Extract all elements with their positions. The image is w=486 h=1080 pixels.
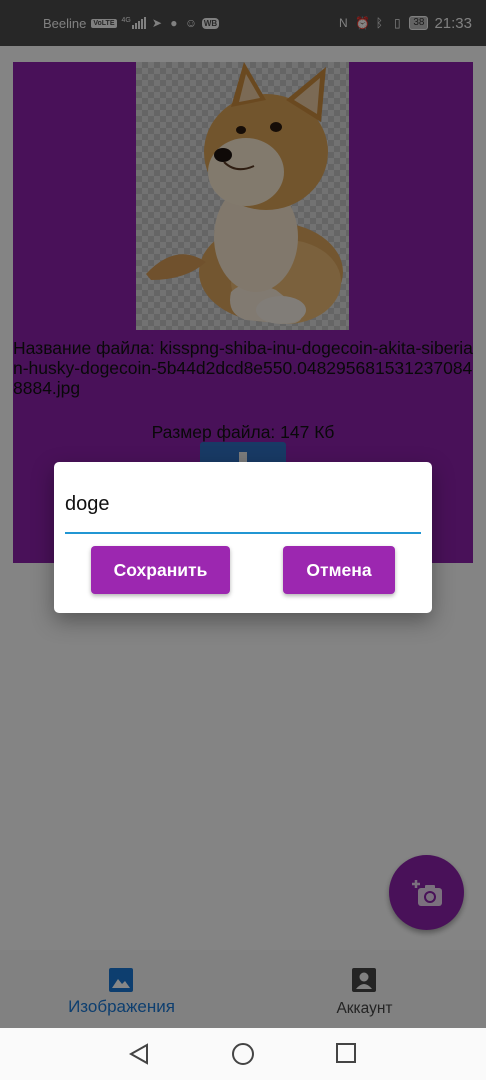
back-icon[interactable] [127,1042,151,1066]
home-icon[interactable] [231,1042,255,1066]
cancel-button[interactable]: Отмена [283,546,395,594]
recents-icon[interactable] [335,1042,357,1064]
rename-dialog: Сохранить Отмена [54,462,432,613]
system-navigation-bar [0,1028,486,1080]
file-name-input[interactable] [65,484,421,534]
save-button[interactable]: Сохранить [91,546,230,594]
